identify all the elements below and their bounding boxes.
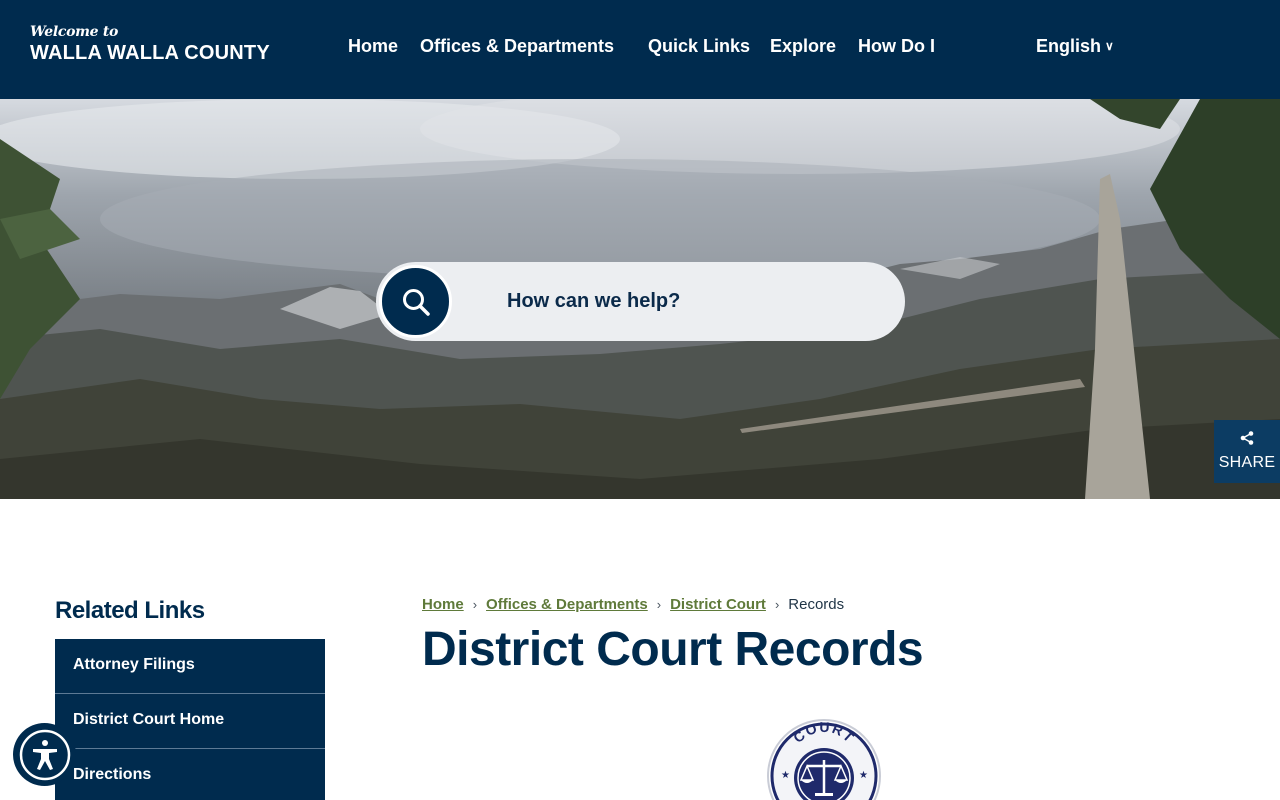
- nav-quick-links[interactable]: Quick Links: [648, 36, 750, 57]
- language-label: English: [1036, 36, 1102, 56]
- chevron-down-icon: ∨: [1105, 39, 1114, 53]
- breadcrumb-separator-icon: ›: [656, 597, 662, 612]
- share-button[interactable]: SHARE: [1214, 420, 1280, 483]
- breadcrumb-separator-icon: ›: [472, 597, 478, 612]
- breadcrumb-separator-icon: ›: [774, 597, 780, 612]
- share-icon: [1240, 431, 1254, 445]
- search-icon: [402, 288, 430, 316]
- nav-home[interactable]: Home: [348, 36, 398, 57]
- breadcrumb: Home › Offices & Departments › District Cour…: [422, 596, 844, 613]
- related-link-district-court-home[interactable]: District Court Home: [55, 694, 325, 749]
- related-link-directions[interactable]: Directions: [55, 749, 325, 800]
- court-seal-image: COURT ★ ★: [765, 716, 883, 800]
- nav-explore[interactable]: Explore: [770, 36, 836, 57]
- related-link-attorney-filings[interactable]: Attorney Filings: [55, 639, 325, 694]
- accessibility-icon: [19, 729, 70, 780]
- site-logo[interactable]: Welcome to WALLA WALLA COUNTY: [30, 24, 270, 65]
- breadcrumb-home[interactable]: Home: [422, 596, 464, 613]
- related-links-list: Attorney Filings District Court Home Dir…: [55, 639, 325, 800]
- hero-banner: SHARE: [0, 99, 1280, 499]
- nav-offices-departments[interactable]: Offices & Departments: [420, 36, 614, 57]
- logo-welcome: Welcome to: [30, 24, 119, 40]
- search-button[interactable]: [379, 265, 452, 338]
- breadcrumb-current: Records: [788, 596, 845, 613]
- logo-county-name: WALLA WALLA COUNTY: [30, 42, 270, 64]
- breadcrumb-district-court[interactable]: District Court: [670, 596, 766, 613]
- nav-how-do-i[interactable]: How Do I: [858, 36, 935, 57]
- language-selector[interactable]: English ∨: [1036, 36, 1114, 57]
- svg-text:★: ★: [859, 770, 868, 781]
- site-header: Welcome to WALLA WALLA COUNTY Home Offic…: [0, 0, 1280, 99]
- accessibility-button[interactable]: [13, 723, 76, 786]
- site-search-bar: [376, 262, 905, 341]
- breadcrumb-offices-departments[interactable]: Offices & Departments: [486, 596, 648, 613]
- svg-text:★: ★: [781, 770, 790, 781]
- share-label: SHARE: [1218, 454, 1276, 471]
- search-input[interactable]: [507, 286, 867, 316]
- page-title: District Court Records: [422, 623, 924, 676]
- related-links-heading: Related Links: [55, 597, 205, 624]
